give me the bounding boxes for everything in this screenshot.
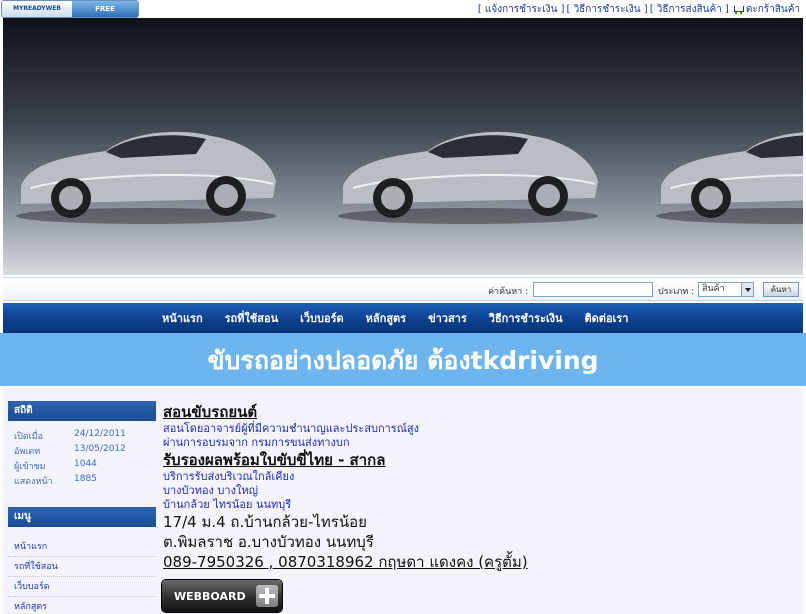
car-image [333, 106, 603, 226]
stat-label: เปิดเมื่อ [14, 432, 44, 442]
info-line: บางบัวทอง บางใหญ่ [163, 484, 258, 497]
menu-item-webboard[interactable]: เว็บบอร์ด [8, 577, 156, 597]
menu-item-home[interactable]: หน้าแรก [8, 537, 156, 557]
side-menu: หน้าแรก รถที่ใช้สอน เว็บบอร์ด หลักสูตร [8, 527, 156, 614]
webboard-button[interactable]: WEBBOARD [162, 580, 282, 612]
cart-icon[interactable] [733, 5, 744, 15]
stat-row: อัพเดท 13/05/2012 [14, 444, 156, 459]
info-line: ผ่านการอบรมจาก กรมการขนส่งทางบก [163, 436, 350, 449]
heading-band: ขับรถอย่างปลอดภัย ต้องtkdriving [0, 333, 806, 386]
info-line: สอนโดยอาจารย์ผู้ที่มีความชำนาญและประสบกา… [163, 422, 419, 435]
nav-item-payment[interactable]: วิธีการชำระเงิน [478, 309, 574, 327]
license-title: รับรองผลพร้อมใบขับขี่ไทย - สากล [163, 451, 386, 469]
logo-main-text: MYREADYWEB [2, 1, 72, 17]
stat-label: แสดงหน้า [14, 477, 53, 487]
stat-value: 1885 [74, 474, 97, 484]
nav-item-cars[interactable]: รถที่ใช้สอน [214, 309, 290, 327]
content-area: สถิติ เปิดเมื่อ 24/12/2011 อัพเดท 13/05/… [3, 388, 803, 614]
nav-item-contact[interactable]: ติดต่อเรา [574, 309, 640, 327]
plus-icon [256, 585, 278, 607]
main-content: สอนขับรถยนต์ สอนโดยอาจารย์ผู้ที่มีความชำ… [163, 402, 793, 572]
type-select[interactable]: สินค้า [698, 282, 754, 297]
payment-notify-link[interactable]: [ แจ้งการชำระเงิน ] [478, 2, 565, 17]
stat-label: อัพเดท [14, 447, 41, 457]
address-line: 17/4 ม.4 ถ.บ้านกล้วย-ไทรน้อย [163, 513, 367, 531]
sidebar: สถิติ เปิดเมื่อ 24/12/2011 อัพเดท 13/05/… [8, 401, 156, 614]
stats-box: เปิดเมื่อ 24/12/2011 อัพเดท 13/05/2012 ผ… [8, 421, 156, 489]
menu-item-cars[interactable]: รถที่ใช้สอน [8, 557, 156, 577]
main-nav: หน้าแรก รถที่ใช้สอน เว็บบอร์ด หลักสูตร ข… [3, 303, 803, 333]
car-image [11, 106, 281, 226]
myreadyweb-logo[interactable]: MYREADYWEB FREE [2, 1, 138, 17]
type-select-value: สินค้า [702, 284, 725, 294]
search-label: ค่าค้นหา : [488, 287, 529, 297]
phone-line: 089-7950326 , 0870318962 กฤษดา แดงคง (คร… [163, 553, 528, 571]
stats-title: สถิติ [8, 401, 156, 421]
stat-row: ผู้เข้าชม 1044 [14, 459, 156, 474]
stat-row: แสดงหน้า 1885 [14, 474, 156, 489]
payment-method-link[interactable]: [ วิธีการชำระเงิน ] [566, 2, 647, 17]
search-input[interactable] [533, 282, 653, 297]
stat-row: เปิดเมื่อ 24/12/2011 [14, 429, 156, 444]
cart-link[interactable]: ตะกร้าสินค้า [746, 2, 800, 17]
shipping-method-link[interactable]: [ วิธีการส่งสินค้า ] [650, 2, 729, 17]
type-label: ประเภท : [658, 287, 695, 297]
info-line: บริการรับส่งบริเวณใกล้เคียง [163, 470, 295, 483]
info-line: บ้านกล้วย ไทรน้อย นนทบุรี [163, 498, 292, 511]
menu-title: เมนู [8, 507, 156, 527]
top-bar: MYREADYWEB FREE [ แจ้งการชำระเงิน ] [ วิ… [0, 0, 806, 18]
stat-label: ผู้เข้าชม [14, 462, 46, 472]
search-bar: ค่าค้นหา : ประเภท : สินค้า ค้นหา [3, 277, 803, 301]
stat-value: 1044 [74, 459, 97, 469]
top-links: [ แจ้งการชำระเงิน ] [ วิธีการชำระเงิน ] … [478, 2, 800, 17]
header-banner [3, 18, 803, 275]
stat-value: 13/05/2012 [74, 444, 126, 454]
car-image [651, 106, 803, 226]
site-heading: ขับรถอย่างปลอดภัย ต้องtkdriving [207, 346, 599, 375]
nav-item-webboard[interactable]: เว็บบอร์ด [289, 309, 355, 327]
chevron-down-icon[interactable] [741, 283, 753, 296]
nav-item-home[interactable]: หน้าแรก [151, 309, 214, 327]
nav-item-news[interactable]: ข่าวสาร [417, 309, 478, 327]
stat-value: 24/12/2011 [74, 429, 126, 439]
logo-free-text: FREE [72, 1, 138, 17]
search-button[interactable]: ค้นหา [763, 282, 799, 297]
address-line: ต.พิมลราช อ.บางบัวทอง นนทบุรี [163, 533, 374, 551]
driving-school-title: สอนขับรถยนต์ [163, 403, 258, 421]
nav-item-courses[interactable]: หลักสูตร [355, 309, 417, 327]
webboard-label: WEBBOARD [174, 589, 246, 603]
menu-item-courses[interactable]: หลักสูตร [8, 597, 156, 614]
